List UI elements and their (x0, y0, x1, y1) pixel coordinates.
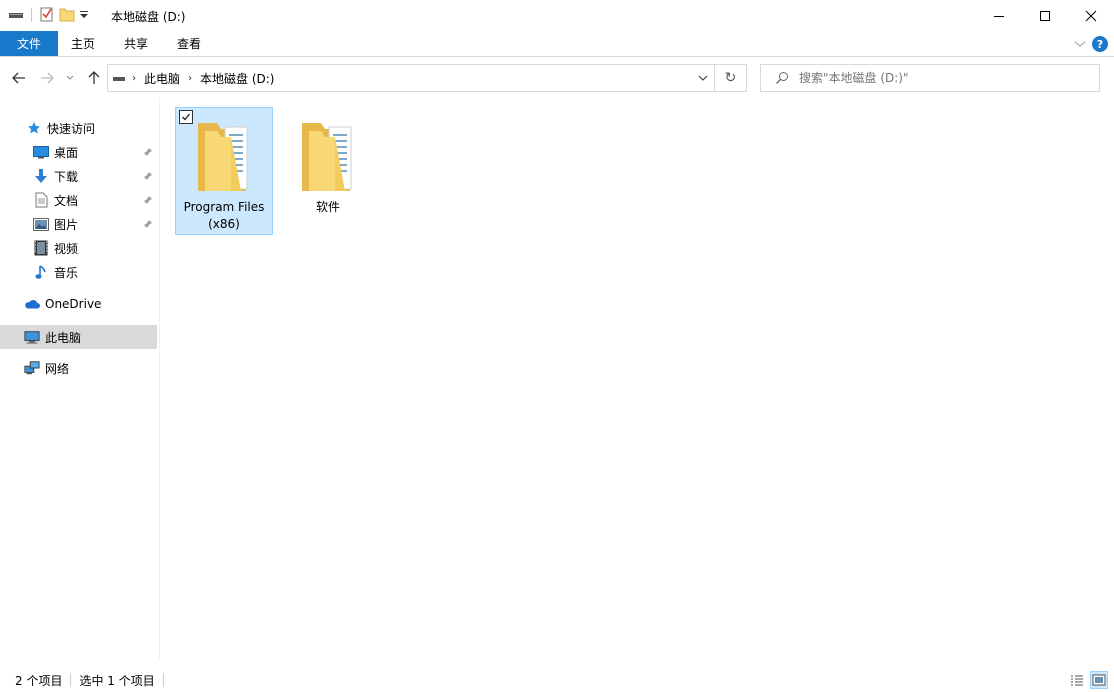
network-icon (24, 360, 40, 376)
desktop-icon (33, 144, 49, 160)
navigation-pane: 快速访问 桌面 下载 文档 图片 视频 音乐 OneDrive 此电脑 网络 (0, 98, 160, 660)
pin-icon[interactable] (142, 218, 154, 230)
sidebar-item-label: 音乐 (54, 265, 79, 280)
sidebar-item-pictures[interactable]: 图片 (33, 212, 78, 236)
customize-toolbar-icon[interactable] (79, 8, 89, 22)
sidebar-item-videos[interactable]: 视频 (33, 236, 78, 260)
checkbox-icon[interactable] (179, 110, 193, 124)
breadcrumb-this-pc[interactable]: 此电脑 (144, 70, 180, 87)
navigation-bar: › 此电脑 › 本地磁盘 (D:) ↻ (0, 58, 1114, 98)
chevron-down-icon (698, 75, 707, 81)
sidebar-item-label: 此电脑 (45, 330, 82, 345)
expand-ribbon-icon[interactable] (1074, 38, 1086, 52)
minimize-icon (994, 15, 1004, 17)
sidebar-item-label: 桌面 (54, 145, 79, 160)
file-item-name: Program Files (x86) (183, 200, 265, 231)
refresh-icon: ↻ (724, 70, 737, 86)
back-button[interactable] (10, 69, 28, 87)
address-dropdown-button[interactable] (690, 64, 715, 92)
sidebar-item-label: 网络 (45, 361, 70, 376)
drive-icon[interactable] (8, 7, 24, 24)
status-separator (162, 673, 164, 687)
item-count: 2 个项目 (15, 673, 63, 688)
sidebar-item-label: 下载 (54, 169, 79, 184)
quick-access-toolbar (8, 5, 89, 25)
sidebar-item-label: 视频 (54, 241, 79, 256)
file-item-name: 软件 (315, 200, 340, 214)
window-title: 本地磁盘 (D:) (111, 10, 186, 24)
music-icon (33, 264, 49, 280)
toolbar-separator (31, 8, 32, 22)
ribbon: 文件 主页 共享 查看 ? (0, 31, 1114, 57)
new-folder-icon[interactable] (59, 6, 75, 25)
large-icons-view-icon (1092, 674, 1106, 686)
chevron-right-icon[interactable]: › (132, 73, 136, 84)
download-icon (33, 168, 49, 184)
tab-view[interactable]: 查看 (163, 31, 215, 56)
file-list: Program Files (x86) 软件 (161, 98, 1114, 660)
sidebar-item-documents[interactable]: 文档 (33, 188, 78, 212)
sidebar-item-desktop[interactable]: 桌面 (33, 140, 78, 164)
maximize-icon (1040, 10, 1050, 21)
maximize-button[interactable] (1022, 0, 1068, 31)
forward-arrow-icon (41, 72, 54, 84)
recent-locations-button[interactable] (64, 69, 76, 87)
sidebar-item-label: 快速访问 (47, 121, 96, 136)
close-button[interactable] (1068, 0, 1114, 31)
details-view-icon (1071, 675, 1083, 686)
properties-icon[interactable] (39, 6, 55, 25)
sidebar-item-downloads[interactable]: 下载 (33, 164, 78, 188)
selection-count: 选中 1 个项目 (79, 673, 155, 688)
folder-icon (195, 117, 253, 193)
tab-share[interactable]: 共享 (110, 31, 162, 56)
document-icon (33, 192, 49, 208)
onedrive-cloud-icon (24, 296, 40, 312)
status-bar: 2 个项目 选中 1 个项目 (0, 668, 1114, 692)
back-arrow-icon (12, 72, 25, 84)
pin-icon[interactable] (142, 170, 154, 182)
sidebar-item-label: 图片 (54, 217, 79, 232)
file-item-program-files-x86[interactable]: Program Files (x86) (175, 107, 273, 235)
pin-icon[interactable] (142, 194, 154, 206)
star-icon (26, 120, 42, 136)
sidebar-item-quick-access[interactable]: 快速访问 (26, 116, 95, 140)
pin-icon[interactable] (142, 146, 154, 158)
sidebar-item-label: OneDrive (45, 297, 102, 311)
up-arrow-icon (88, 71, 100, 84)
sidebar-item-music[interactable]: 音乐 (33, 260, 78, 284)
forward-button[interactable] (38, 69, 56, 87)
large-icons-view-button[interactable] (1090, 671, 1108, 689)
search-box[interactable] (760, 64, 1100, 92)
minimize-button[interactable] (976, 0, 1022, 31)
pictures-icon (33, 216, 49, 232)
sidebar-item-label: 文档 (54, 193, 79, 208)
close-icon (1085, 10, 1097, 21)
videos-icon (33, 240, 49, 256)
chevron-down-icon (66, 75, 74, 80)
file-item-software[interactable]: 软件 (279, 107, 377, 235)
help-icon[interactable]: ? (1092, 36, 1108, 52)
up-button[interactable] (85, 69, 103, 87)
details-view-button[interactable] (1068, 671, 1086, 689)
sidebar-item-network[interactable]: 网络 (24, 356, 69, 380)
address-bar[interactable]: › 此电脑 › 本地磁盘 (D:) (107, 64, 715, 92)
drive-icon (112, 72, 126, 84)
computer-icon (24, 329, 40, 345)
sidebar-item-this-pc[interactable]: 此电脑 (0, 325, 157, 349)
title-bar: 本地磁盘 (D:) (0, 0, 1114, 31)
search-input[interactable] (799, 71, 1089, 85)
tab-file[interactable]: 文件 (0, 31, 58, 56)
search-icon (775, 71, 789, 85)
status-separator (70, 673, 72, 687)
breadcrumb-drive[interactable]: 本地磁盘 (D:) (200, 70, 274, 87)
tab-home[interactable]: 主页 (58, 31, 108, 56)
folder-icon (299, 117, 357, 193)
chevron-right-icon[interactable]: › (188, 73, 192, 84)
sidebar-item-onedrive[interactable]: OneDrive (24, 292, 101, 316)
refresh-button[interactable]: ↻ (715, 64, 747, 92)
